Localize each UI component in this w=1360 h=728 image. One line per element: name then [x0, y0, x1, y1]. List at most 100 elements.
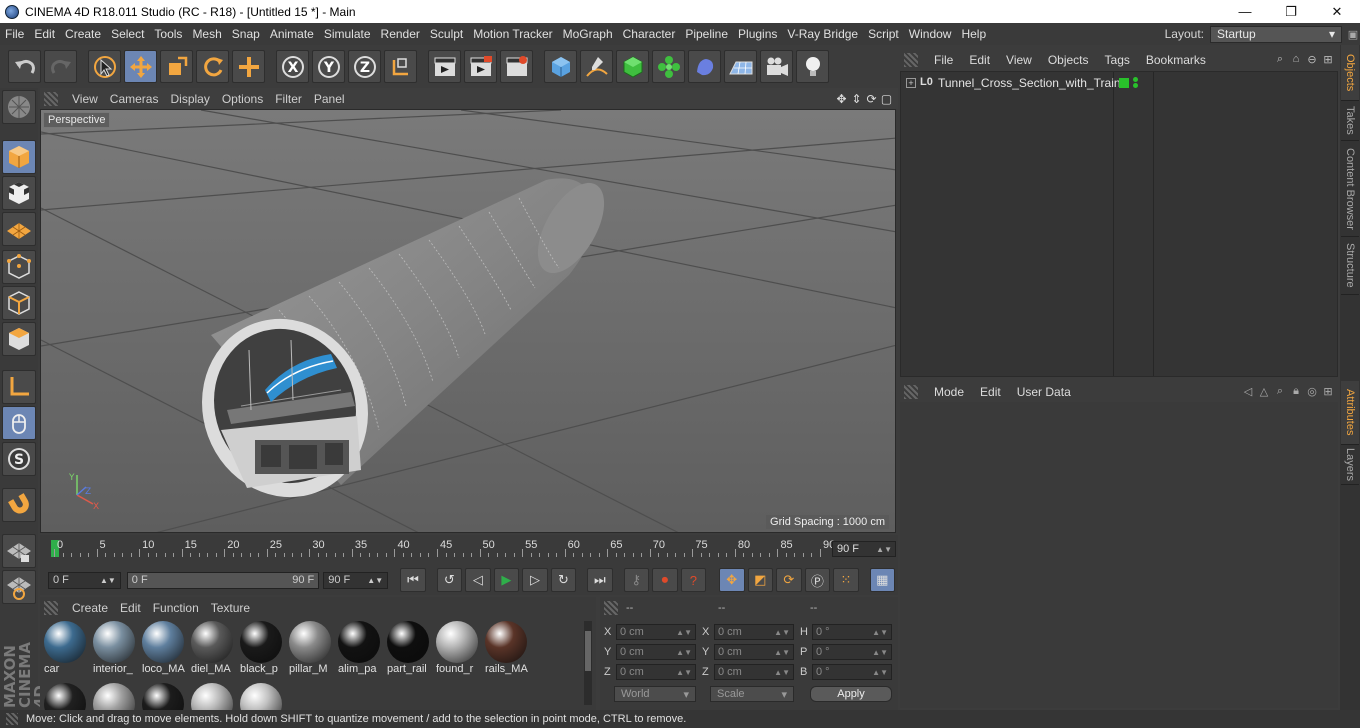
previous-frame-button[interactable]: ◁ — [465, 568, 491, 592]
model-mode-button[interactable] — [2, 140, 36, 174]
start-frame-field[interactable]: 0 F ▲▼ — [48, 571, 121, 589]
material-swatch[interactable] — [238, 681, 284, 710]
new-panel-icon[interactable]: ⊞ — [1320, 385, 1336, 398]
material-swatch[interactable]: alim_pa — [336, 619, 382, 677]
pen-spline-button[interactable] — [580, 50, 613, 83]
maximize-view-icon[interactable]: ▢ — [879, 92, 894, 106]
rotate-tool-button[interactable] — [196, 50, 229, 83]
coordinate-space-select[interactable]: World ▾ — [614, 686, 696, 702]
viewport-menu-filter[interactable]: Filter — [269, 92, 308, 106]
menu-window[interactable]: Window — [904, 27, 957, 41]
move-view-icon[interactable]: ✥ — [834, 92, 849, 106]
axis-mode-button[interactable] — [2, 370, 36, 404]
target-icon[interactable]: ◎ — [1304, 385, 1320, 398]
3d-viewport[interactable]: Y X Z Perspective Grid Spacing : 1000 cm — [40, 109, 896, 533]
layer-color-swatch[interactable] — [1119, 78, 1129, 88]
apply-button[interactable]: Apply — [810, 686, 892, 702]
menu-snap[interactable]: Snap — [227, 27, 265, 41]
material-swatch[interactable]: part_rail — [385, 619, 431, 677]
material-swatch[interactable]: black_p — [238, 619, 284, 677]
panel-grip-icon[interactable] — [904, 52, 918, 67]
home-icon[interactable]: ⌂ — [1288, 53, 1304, 66]
material-swatch[interactable] — [189, 681, 235, 710]
viewport-menu-view[interactable]: View — [66, 92, 104, 106]
deformer-button[interactable] — [688, 50, 721, 83]
snapping-button[interactable]: S — [2, 442, 36, 476]
visibility-dots[interactable] — [1133, 77, 1139, 89]
menu-character[interactable]: Character — [618, 27, 681, 41]
maximize-button[interactable]: ❐ — [1268, 0, 1314, 23]
menu-mograph[interactable]: MoGraph — [558, 27, 618, 41]
material-menu-edit[interactable]: Edit — [114, 601, 147, 615]
size-x-field[interactable]: 0 cm ▲▼ — [714, 624, 794, 640]
expand-toggle[interactable]: + — [906, 78, 916, 88]
key-rotation-button[interactable]: ⟳ — [776, 568, 802, 592]
timeline-window-button[interactable]: ▦ — [869, 568, 896, 592]
tab-layers[interactable]: Layers — [1341, 445, 1359, 485]
live-selection-button[interactable] — [88, 50, 121, 83]
menu-motion-tracker[interactable]: Motion Tracker — [468, 27, 557, 41]
tweak-mode-button[interactable] — [2, 406, 36, 440]
new-panel-icon[interactable]: ⊞ — [1320, 53, 1336, 66]
timeline-ruler[interactable]: 0 5 10 15 20 25 30 35 40 45 50 55 60 65 70 75 80 85 90 90 … — [40, 535, 898, 565]
rot-b-field[interactable]: 0 ° ▲▼ — [812, 664, 892, 680]
rot-h-field[interactable]: 0 ° ▲▼ — [812, 624, 892, 640]
material-swatch[interactable] — [91, 681, 137, 710]
polygons-mode-button[interactable] — [2, 322, 36, 356]
material-swatch[interactable]: interior_ — [91, 619, 137, 677]
frame-range-slider[interactable]: 0 F 90 F — [126, 571, 320, 589]
key-position-button[interactable]: ✥ — [718, 568, 745, 592]
menu-file[interactable]: File — [0, 27, 29, 41]
objects-menu-view[interactable]: View — [998, 53, 1040, 67]
material-scrollbar[interactable] — [584, 621, 592, 705]
frame-ruler[interactable]: 0 5 10 15 20 25 30 35 40 45 50 55 60 65 70 75 80 85 90 — [50, 539, 835, 561]
material-swatch[interactable]: pillar_M — [287, 619, 333, 677]
previous-key-button[interactable]: ↺ — [436, 568, 463, 592]
tab-objects[interactable]: Objects — [1341, 45, 1359, 101]
size-z-field[interactable]: 0 cm ▲▼ — [714, 664, 794, 680]
magnet-button[interactable] — [2, 488, 36, 522]
material-swatch[interactable]: rails_MA — [483, 619, 529, 677]
render-settings-button[interactable] — [500, 50, 533, 83]
menu-script[interactable]: Script — [863, 27, 904, 41]
camera-label[interactable]: Perspective — [43, 112, 111, 128]
workplane-mode-button[interactable] — [2, 212, 36, 246]
search-icon[interactable]: ⌕ — [1272, 385, 1288, 398]
objects-menu-tags[interactable]: Tags — [1097, 53, 1138, 67]
panel-grip-icon[interactable] — [604, 600, 618, 615]
menu-sculpt[interactable]: Sculpt — [425, 27, 468, 41]
arrow-up-icon[interactable]: △ — [1256, 385, 1272, 398]
pos-y-field[interactable]: 0 cm ▲▼ — [616, 644, 696, 660]
menu-pipeline[interactable]: Pipeline — [680, 27, 733, 41]
objects-menu-objects[interactable]: Objects — [1040, 53, 1097, 67]
menu-help[interactable]: Help — [956, 27, 991, 41]
key-pla-button[interactable]: ⁙ — [833, 568, 859, 592]
zoom-view-icon[interactable]: ⇕ — [849, 92, 864, 106]
coordinate-system-button[interactable] — [384, 50, 417, 83]
layout-dropdown[interactable]: Startup ▾ — [1210, 25, 1342, 43]
texture-mode-button[interactable] — [2, 176, 36, 210]
material-swatch[interactable] — [140, 681, 186, 710]
attributes-menu-user-data[interactable]: User Data — [1009, 385, 1079, 399]
tab-takes[interactable]: Takes — [1341, 101, 1359, 141]
tab-content-browser[interactable]: Content Browser — [1341, 141, 1359, 237]
camera-button[interactable] — [760, 50, 793, 83]
menu-mesh[interactable]: Mesh — [187, 27, 226, 41]
layout-lock-icon[interactable]: ▣ — [1346, 27, 1360, 41]
viewport-menu-cameras[interactable]: Cameras — [104, 92, 165, 106]
material-swatch[interactable]: diel_MA — [189, 619, 235, 677]
menu-tools[interactable]: Tools — [149, 27, 187, 41]
next-key-button[interactable]: ↻ — [550, 568, 577, 592]
rot-p-field[interactable]: 0 ° ▲▼ — [812, 644, 892, 660]
material-swatch[interactable]: found_r — [434, 619, 480, 677]
play-forward-button[interactable]: ▶ — [493, 568, 520, 592]
arrow-left-icon[interactable]: ◁ — [1240, 385, 1256, 398]
menu-vray-bridge[interactable]: V-Ray Bridge — [782, 27, 863, 41]
tab-attributes[interactable]: Attributes — [1341, 381, 1359, 445]
material-swatch[interactable]: loco_MA — [140, 619, 186, 677]
z-axis-lock-button[interactable]: Z — [348, 50, 381, 83]
material-menu-function[interactable]: Function — [147, 601, 205, 615]
key-parameter-button[interactable]: Ⓟ — [804, 568, 831, 592]
panel-grip-icon[interactable] — [44, 600, 58, 615]
objects-menu-edit[interactable]: Edit — [961, 53, 998, 67]
